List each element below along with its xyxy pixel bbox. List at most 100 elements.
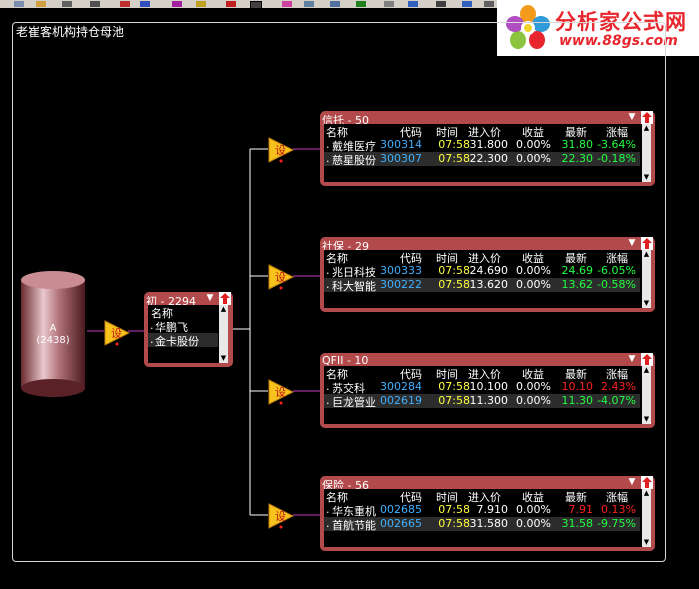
cell-change: -3.64% [597, 138, 636, 151]
cell-latest: 31.58 [561, 517, 594, 530]
cell-entry: 31.800 [469, 138, 509, 151]
table-row[interactable]: . 慈星股份 300307 07:58 22.300 0.00% 22.30 -0.18% [324, 152, 640, 167]
table-header: 名称 代码 时间 进入价 收益 最新 涨幅 [324, 366, 640, 381]
source-count: (2438) [36, 335, 70, 346]
scroll-up-icon[interactable]: ▲ [643, 490, 650, 497]
cell-name: 首航节能 [332, 519, 376, 532]
scrollbar[interactable]: ▲ ▼ [219, 305, 228, 363]
arrow-up-icon[interactable] [641, 476, 653, 489]
cell-latest: 24.69 [561, 264, 594, 277]
row-marker: . [326, 503, 330, 516]
cell-time: 07:58 [438, 138, 470, 151]
trigger-icon[interactable]: 设 [268, 137, 294, 163]
table-header: 名称 代码 时间 进入价 收益 最新 涨幅 [324, 489, 640, 504]
list-item-dot: . [150, 333, 154, 346]
dropdown-icon[interactable]: ▼ [627, 112, 637, 123]
table-row[interactable]: . 苏交科 300284 07:58 10.100 0.00% 10.10 2.43% [324, 380, 640, 395]
cell-change: 2.43% [601, 380, 636, 393]
pool-table: 名称 代码 时间 进入价 收益 最新 涨幅. 华东重机 002685 07:58 7.910 0.00… [324, 489, 651, 547]
trigger-icon[interactable]: 设 [268, 503, 294, 529]
scroll-up-icon[interactable]: ▲ [643, 251, 650, 258]
list-item-name: 金卡股份 [155, 335, 199, 348]
cell-latest: 7.91 [568, 503, 594, 516]
scroll-down-icon[interactable]: ▼ [643, 174, 650, 181]
pool-panel[interactable]: QFII - 10 ▼ 名称 代码 时间 进入价 收益 最新 涨幅. 苏交科 300284 07:58… [320, 353, 655, 428]
cell-profit: 0.00% [516, 517, 551, 530]
cell-code: 002665 [380, 517, 422, 530]
dropdown-icon[interactable]: ▼ [627, 477, 637, 488]
cell-name: 慈星股份 [332, 154, 376, 167]
table-row[interactable]: . 科大智能 300222 07:58 13.620 0.00% 13.62 -0.58% [324, 278, 640, 293]
cell-code: 002685 [380, 503, 422, 516]
row-marker: . [326, 152, 330, 165]
cell-code: 300314 [380, 138, 422, 151]
pool-panel[interactable]: 保险 - 56 ▼ 名称 代码 时间 进入价 收益 最新 涨幅. 华东重机 002685 07:58 7… [320, 476, 655, 551]
cell-entry: 31.580 [469, 517, 509, 530]
scrollbar[interactable]: ▲ ▼ [642, 366, 651, 424]
cell-entry: 24.690 [469, 264, 509, 277]
scroll-down-icon[interactable]: ▼ [643, 416, 650, 423]
cell-profit: 0.00% [516, 264, 551, 277]
table-row[interactable]: . 兆日科技 300333 07:58 24.690 0.00% 24.69 -6.05% [324, 264, 640, 279]
list-item-dot: . [150, 319, 154, 332]
cell-profit: 0.00% [516, 138, 551, 151]
table-row[interactable]: . 戴维医疗 300314 07:58 31.800 0.00% 31.80 -3.64% [324, 138, 640, 153]
cell-profit: 0.00% [516, 394, 551, 407]
list-item[interactable]: . 华鹏飞 [148, 319, 218, 334]
cell-time: 07:58 [438, 517, 470, 530]
arrow-up-icon[interactable] [641, 111, 653, 124]
cell-entry: 7.910 [476, 503, 509, 516]
cell-time: 07:58 [438, 380, 470, 393]
pool-panel[interactable]: 信托 - 50 ▼ 名称 代码 时间 进入价 收益 最新 涨幅. 戴维医疗 300314 07:58 3… [320, 111, 655, 186]
scrollbar[interactable]: ▲ ▼ [642, 124, 651, 182]
arrow-up-icon[interactable] [641, 237, 653, 250]
cell-name: 巨龙管业 [332, 396, 376, 409]
cell-time: 07:58 [438, 394, 470, 407]
dropdown-icon[interactable]: ▼ [627, 354, 637, 365]
dropdown-icon[interactable]: ▼ [205, 293, 215, 304]
cell-code: 002619 [380, 394, 422, 407]
cell-change: -9.75% [597, 517, 636, 530]
cell-code: 300222 [380, 278, 422, 291]
table-row[interactable]: . 首航节能 002665 07:58 31.580 0.00% 31.58 -9.75% [324, 517, 640, 532]
main-pool-list: 名称 . 华鹏飞 . 金卡股份 ▲ ▼ [148, 305, 228, 363]
cell-change: -6.05% [597, 264, 636, 277]
branch-group [231, 148, 268, 516]
scrollbar[interactable]: ▲ ▼ [642, 250, 651, 308]
cell-name: 科大智能 [332, 280, 376, 293]
trigger-icon[interactable]: 设 [268, 379, 294, 405]
scroll-down-icon[interactable]: ▼ [643, 539, 650, 546]
cell-entry: 13.620 [469, 278, 509, 291]
trigger-icon[interactable]: 设 [104, 320, 130, 346]
cell-latest: 13.62 [561, 278, 594, 291]
source-name: A [49, 323, 57, 334]
scroll-down-icon[interactable]: ▼ [220, 355, 227, 362]
table-row[interactable]: . 巨龙管业 002619 07:58 11.300 0.00% 11.30 -4.07% [324, 394, 640, 409]
cell-latest: 10.10 [561, 380, 594, 393]
trigger-icon[interactable]: 设 [268, 264, 294, 290]
trigger-glyph: 设 [275, 144, 286, 157]
cell-change: -4.07% [597, 394, 636, 407]
main-pool-panel[interactable]: 初 - 2294 ▼ 名称 . 华鹏飞 . 金卡股份 ▲ ▼ [144, 292, 233, 367]
row-marker: . [326, 517, 330, 530]
cell-change: -0.58% [597, 278, 636, 291]
scroll-up-icon[interactable]: ▲ [220, 306, 227, 313]
table-header: 名称 代码 时间 进入价 收益 最新 涨幅 [324, 124, 640, 139]
table-row[interactable]: . 华东重机 002685 07:58 7.910 0.00% 7.91 0.13% [324, 503, 640, 518]
dropdown-icon[interactable]: ▼ [627, 238, 637, 249]
arrow-up-icon[interactable] [641, 353, 653, 366]
scroll-down-icon[interactable]: ▼ [643, 300, 650, 307]
arrow-up-icon[interactable] [219, 292, 231, 305]
cell-profit: 0.00% [516, 278, 551, 291]
list-item[interactable]: . 金卡股份 [148, 333, 218, 348]
scrollbar[interactable]: ▲ ▼ [642, 489, 651, 547]
cell-latest: 11.30 [561, 394, 594, 407]
scroll-up-icon[interactable]: ▲ [643, 125, 650, 132]
pool-table: 名称 代码 时间 进入价 收益 最新 涨幅. 兆日科技 300333 07:58 24.690 0.0… [324, 250, 651, 308]
scroll-up-icon[interactable]: ▲ [643, 367, 650, 374]
row-marker: . [326, 138, 330, 151]
cell-time: 07:58 [438, 503, 470, 516]
table-header: 名称 代码 时间 进入价 收益 最新 涨幅 [324, 250, 640, 265]
cell-profit: 0.00% [516, 152, 551, 165]
pool-panel[interactable]: 社保 - 29 ▼ 名称 代码 时间 进入价 收益 最新 涨幅. 兆日科技 300333 07:58 2… [320, 237, 655, 312]
